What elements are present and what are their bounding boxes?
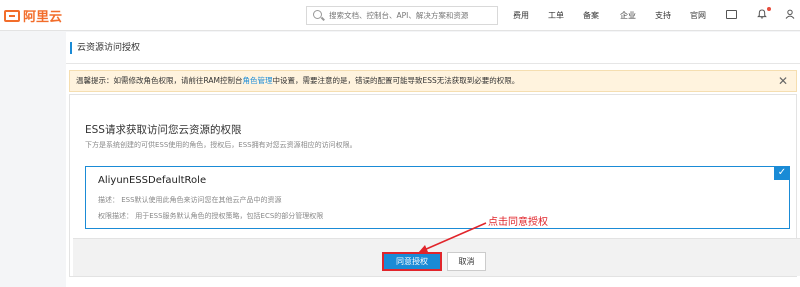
annotation-label: 点击同意授权 <box>488 217 548 228</box>
nav-icp-filing[interactable]: 备案 <box>583 10 599 21</box>
nav-enterprise[interactable]: 企业 <box>620 10 636 21</box>
panel-title: ESS请求获取访问您云资源的权限 <box>85 124 242 136</box>
nav-support[interactable]: 支持 <box>655 10 671 21</box>
nav-billing[interactable]: 费用 <box>513 10 529 21</box>
role-permission: 权限描述： 用于ESS服务默认角色的授权策略，包括ECS的部分管理权限 <box>98 212 324 220</box>
aliyun-logo-icon <box>4 9 20 22</box>
terminal-icon[interactable] <box>726 10 737 19</box>
notice-prefix: 温馨提示：如需修改角色权限，请前往RAM控制台 <box>76 76 243 85</box>
role-management-link[interactable]: 角色管理 <box>243 76 273 85</box>
top-bar: 阿里云 费用 工单 备案 企业 支持 官网 <box>0 0 800 31</box>
agree-authorize-button[interactable]: 同意授权 <box>382 252 442 271</box>
divider <box>66 63 800 64</box>
close-icon[interactable]: ✕ <box>778 71 788 91</box>
panel-subtitle: 下方是系统创建的可供ESS使用的角色，授权后，ESS拥有对您云资源相应的访问权限… <box>85 141 357 149</box>
user-avatar-icon[interactable] <box>785 9 795 19</box>
notice-suffix: 中设置，需要注意的是，错误的配置可能导致ESS无法获取到必要的权限。 <box>272 76 520 85</box>
search-box[interactable] <box>306 6 498 25</box>
nav-ticket[interactable]: 工单 <box>548 10 564 21</box>
notification-dot <box>767 7 771 11</box>
bell-icon[interactable] <box>757 9 767 19</box>
main-content: 云资源访问授权 温馨提示：如需修改角色权限，请前往RAM控制台角色管理中设置，需… <box>66 32 800 287</box>
search-icon <box>313 10 322 19</box>
page-title: 云资源访问授权 <box>70 42 140 54</box>
checkmark-icon: ✓ <box>774 166 790 180</box>
role-card[interactable]: ✓ AliyunESSDefaultRole 描述： ESS默认使用此角色来访问… <box>85 166 790 229</box>
left-gutter <box>0 32 66 287</box>
search-input[interactable] <box>329 9 494 22</box>
cancel-button[interactable]: 取消 <box>447 252 486 271</box>
aliyun-logo[interactable]: 阿里云 <box>4 6 62 25</box>
nav-official-site[interactable]: 官网 <box>690 10 706 21</box>
logo-text: 阿里云 <box>23 10 63 25</box>
authorization-panel: ESS请求获取访问您云资源的权限 下方是系统创建的可供ESS使用的角色，授权后，… <box>69 94 800 277</box>
notice-banner: 温馨提示：如需修改角色权限，请前往RAM控制台角色管理中设置，需要注意的是，错误… <box>69 70 797 92</box>
role-description: 描述： ESS默认使用此角色来访问您在其他云产品中的资源 <box>98 196 282 204</box>
role-name: AliyunESSDefaultRole <box>98 175 207 186</box>
